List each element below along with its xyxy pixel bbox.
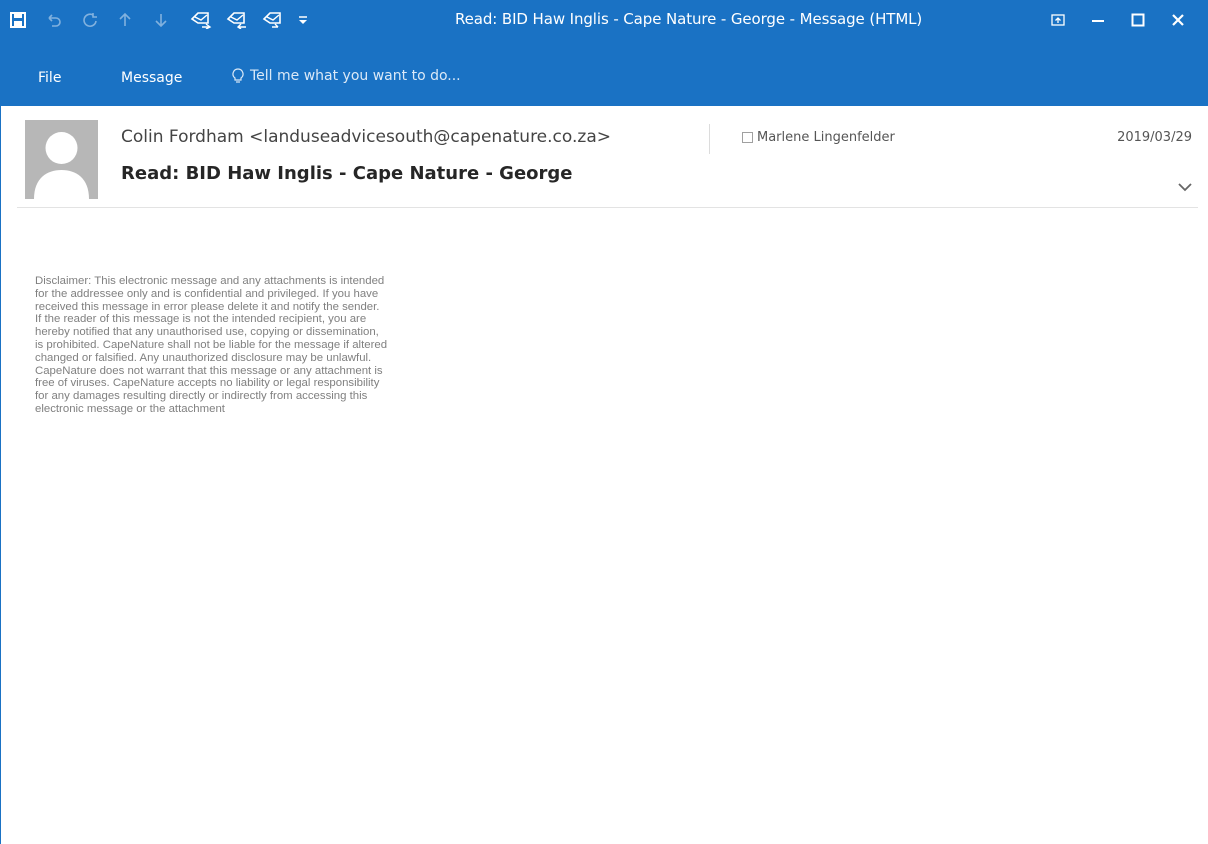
customize-qat-icon xyxy=(299,16,307,24)
message-subject: Read: BID Haw Inglis - Cape Nature - Geo… xyxy=(121,163,573,184)
lightbulb-icon xyxy=(232,68,244,83)
minimize-icon xyxy=(1092,20,1104,22)
tell-me-text: Tell me what you want to do... xyxy=(250,68,461,84)
previous-item-button[interactable] xyxy=(118,8,154,32)
window-controls xyxy=(1038,6,1198,34)
header-separator xyxy=(17,207,1198,208)
customize-qat-button[interactable] xyxy=(298,8,334,32)
save-button[interactable] xyxy=(10,8,46,32)
maximize-button[interactable] xyxy=(1118,6,1158,34)
reply-button[interactable] xyxy=(190,8,226,32)
tab-message[interactable]: Message xyxy=(121,70,182,86)
title-bar: Read: BID Haw Inglis - Cape Nature - Geo… xyxy=(0,0,1208,62)
header-divider xyxy=(709,124,710,154)
reply-all-button[interactable] xyxy=(226,8,262,32)
person-placeholder-icon xyxy=(34,132,89,199)
tab-file[interactable]: File xyxy=(38,70,61,86)
previous-item-icon xyxy=(119,12,131,26)
close-button[interactable] xyxy=(1158,6,1198,34)
recipient[interactable]: Marlene Lingenfelder xyxy=(742,130,895,145)
redo-button[interactable] xyxy=(82,8,118,32)
window-title: Read: BID Haw Inglis - Cape Nature - Geo… xyxy=(455,10,923,28)
close-icon xyxy=(1172,14,1184,26)
recipient-checkbox[interactable] xyxy=(742,132,753,143)
message-header: Colin Fordham <landuseadvicesouth@capena… xyxy=(1,106,1208,209)
ribbon-display-icon xyxy=(1051,14,1065,26)
quick-access-toolbar xyxy=(10,8,334,32)
recipient-name: Marlene Lingenfelder xyxy=(757,130,895,145)
minimize-button[interactable] xyxy=(1078,6,1118,34)
next-item-icon xyxy=(155,14,167,28)
save-icon xyxy=(10,12,26,28)
reply-all-icon xyxy=(226,12,246,29)
message-body: Disclaimer: This electronic message and … xyxy=(35,275,388,415)
reply-icon xyxy=(190,12,212,29)
forward-button[interactable] xyxy=(262,8,298,32)
ribbon-display-options-button[interactable] xyxy=(1038,6,1078,34)
chevron-down-icon xyxy=(1178,183,1192,192)
avatar xyxy=(25,120,98,199)
redo-icon xyxy=(83,13,97,28)
message-date: 2019/03/29 xyxy=(1117,130,1192,145)
next-item-button[interactable] xyxy=(154,8,190,32)
sender-address[interactable]: Colin Fordham <landuseadvicesouth@capena… xyxy=(121,127,611,147)
expand-header-button[interactable] xyxy=(1177,178,1193,192)
ribbon-tab-bar: File Message Tell me what you want to do… xyxy=(0,62,1208,106)
window-left-border xyxy=(0,106,1,844)
undo-button[interactable] xyxy=(46,8,82,32)
tell-me-search[interactable]: Tell me what you want to do... xyxy=(232,68,461,84)
forward-icon xyxy=(262,12,281,28)
undo-icon xyxy=(48,14,61,27)
maximize-icon xyxy=(1131,13,1145,27)
outlook-message-window: Read: BID Haw Inglis - Cape Nature - Geo… xyxy=(0,0,1208,844)
